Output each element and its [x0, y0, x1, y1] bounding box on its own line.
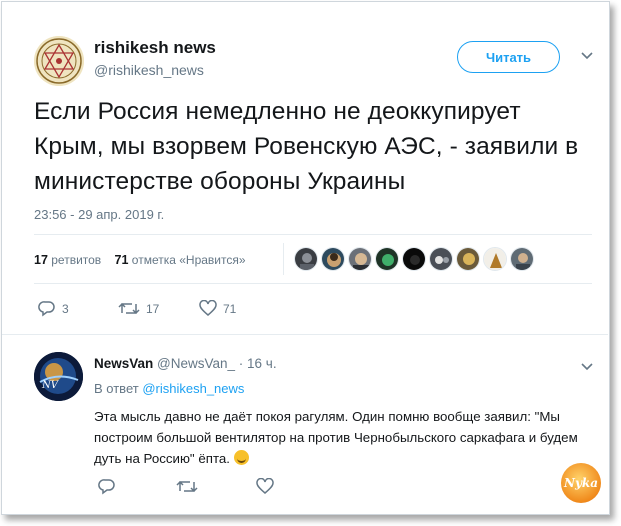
reply-text-body: Эта мысль давно не даёт покоя рагулям. О… [94, 409, 578, 466]
reply-avatar[interactable]: NV [34, 352, 83, 401]
retweet-stat-count: 17 [34, 253, 48, 267]
author-name[interactable]: rishikesh news [94, 38, 216, 58]
chevron-down-icon[interactable] [580, 360, 594, 375]
author-handle[interactable]: @rishikesh_news [94, 62, 204, 78]
reply-like-action[interactable] [256, 478, 274, 495]
tweet-text: Если Россия немедленно не деоккупирует К… [34, 98, 579, 195]
reply-action[interactable]: 3 [38, 300, 69, 317]
reply-author-handle[interactable]: @NewsVan_ [157, 356, 235, 371]
liker-avatar[interactable] [483, 247, 507, 271]
liker-avatar[interactable] [456, 247, 480, 271]
retweet-stat[interactable]: 17 ретвитов [34, 253, 101, 267]
reply-icon [98, 479, 115, 495]
reply-retweet-action[interactable] [176, 478, 198, 495]
tweet-stats: 17 ретвитов 71 отметка «Нравится» [34, 253, 246, 267]
newsvan-logo-icon: NV [34, 352, 83, 401]
heart-icon [256, 478, 274, 494]
tweet-timestamp[interactable]: 23:56 - 29 апр. 2019 г. [34, 207, 164, 222]
in-reply-prefix: В ответ [94, 381, 139, 396]
reply-author-name[interactable]: NewsVan [94, 356, 153, 371]
reply-reply-action[interactable] [98, 478, 116, 495]
reply-text: Эта мысль давно не даёт покоя рагулям. О… [94, 406, 594, 469]
reply-count: 3 [62, 301, 69, 316]
heart-icon [199, 300, 217, 316]
retweet-stat-label: ретвитов [51, 253, 102, 267]
reply-time[interactable]: · 16 ч. [235, 356, 277, 371]
chevron-down-icon[interactable] [580, 49, 594, 64]
like-stat-count: 71 [114, 253, 129, 267]
like-action[interactable]: 71 [199, 300, 236, 317]
liker-avatar[interactable] [429, 247, 453, 271]
retweet-icon [118, 302, 140, 315]
divider [34, 283, 592, 284]
retweet-count: 17 [146, 301, 160, 316]
like-stat-label: отметка «Нравится» [131, 253, 246, 267]
liker-avatars [294, 247, 534, 271]
author-avatar[interactable] [34, 36, 84, 86]
reply-icon [38, 301, 55, 317]
liker-avatar[interactable] [348, 247, 372, 271]
divider [34, 234, 592, 235]
liker-avatar[interactable] [402, 247, 426, 271]
yantra-logo-icon [34, 36, 84, 86]
liker-avatar[interactable] [375, 247, 399, 271]
like-stat[interactable]: 71 отметка «Нравится» [115, 253, 246, 267]
liker-avatar[interactable] [321, 247, 345, 271]
follow-button[interactable]: Читать [457, 41, 560, 73]
liker-avatar[interactable] [294, 247, 318, 271]
in-reply-to: В ответ @rishikesh_news [94, 381, 244, 396]
in-reply-handle[interactable]: @rishikesh_news [142, 381, 244, 396]
like-count: 71 [223, 301, 237, 316]
retweet-action[interactable]: 17 [118, 300, 159, 317]
grinning-squinting-face-icon [233, 450, 249, 465]
stats-separator [283, 243, 284, 275]
svg-text:NV: NV [41, 380, 60, 391]
watermark-logo: Nyka [561, 463, 601, 503]
liker-avatar[interactable] [510, 247, 534, 271]
reply-author: NewsVan @NewsVan_ · 16 ч. [94, 356, 277, 371]
retweet-icon [176, 480, 198, 493]
